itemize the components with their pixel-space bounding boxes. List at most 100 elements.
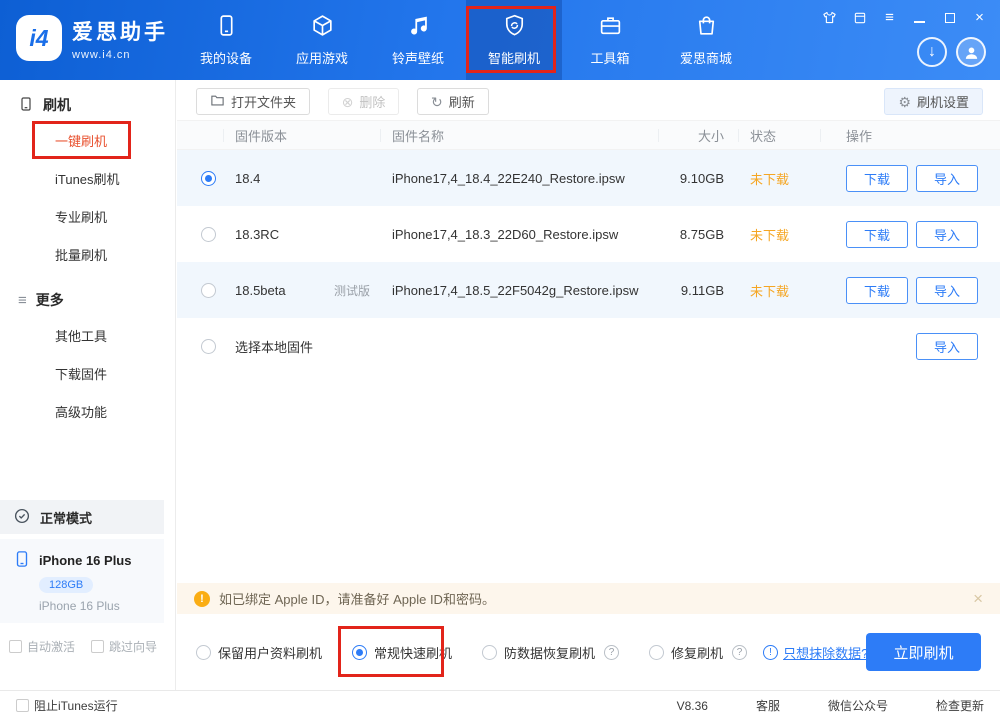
support-link[interactable]: 客服 xyxy=(756,697,780,714)
import-button[interactable]: 导入 xyxy=(916,333,978,360)
sidebar-item-batch-flash[interactable]: 批量刷机 xyxy=(0,237,175,275)
nav-item-apps-games[interactable]: 应用游戏 xyxy=(274,0,370,80)
open-folder-button[interactable]: 打开文件夹 xyxy=(196,88,310,115)
firmware-version: 18.5beta xyxy=(235,283,334,298)
maximize-button[interactable] xyxy=(941,9,958,26)
auto-activate-checkbox[interactable]: 自动激活 xyxy=(9,638,75,655)
help-icon[interactable]: ? xyxy=(604,645,619,660)
sidebar-section-more: ≡ 更多 xyxy=(0,275,175,318)
option-radio[interactable] xyxy=(649,645,664,660)
flash-settings-label: 刷机设置 xyxy=(917,92,969,111)
notice-close-icon[interactable]: × xyxy=(973,590,983,607)
block-itunes-checkbox[interactable]: 阻止iTunes运行 xyxy=(16,697,118,714)
download-button[interactable]: 下载 xyxy=(846,277,908,304)
refresh-button[interactable]: ↻ 刷新 xyxy=(417,88,489,115)
download-button[interactable]: 下载 xyxy=(846,221,908,248)
firmware-size: 9.11GB xyxy=(670,283,750,298)
check-update-link[interactable]: 检查更新 xyxy=(936,697,984,714)
option-keep-user-data[interactable]: 保留用户资料刷机 xyxy=(196,643,322,662)
open-folder-label: 打开文件夹 xyxy=(231,92,296,111)
skip-wizard-checkbox[interactable]: 跳过向导 xyxy=(91,638,157,655)
option-radio[interactable] xyxy=(482,645,497,660)
feedback-window-icon[interactable] xyxy=(851,9,868,26)
option-repair-flash[interactable]: 修复刷机 ? xyxy=(649,643,747,662)
option-anti-data-recovery[interactable]: 防数据恢复刷机 ? xyxy=(482,643,619,662)
device-model: iPhone 16 Plus xyxy=(39,599,164,613)
checkbox-icon xyxy=(9,640,22,653)
apple-id-notice: ! 如已绑定 Apple ID，请准备好 Apple ID和密码。 × xyxy=(177,583,1000,614)
sidebar-item-other-tools[interactable]: 其他工具 xyxy=(0,318,175,356)
games-cube-icon xyxy=(310,13,335,41)
nav-item-ringtones-wallpapers[interactable]: 铃声壁纸 xyxy=(370,0,466,80)
header-quick-actions: ↓ xyxy=(917,37,986,67)
delete-icon: ⊗ xyxy=(342,95,354,109)
nav-item-store[interactable]: 爱思商城 xyxy=(658,0,754,80)
firmware-row[interactable]: 18.5beta 测试版 iPhone17,4_18.5_22F5042g_Re… xyxy=(177,262,1000,318)
import-button[interactable]: 导入 xyxy=(916,221,978,248)
device-capacity-badge: 128GB xyxy=(39,577,93,593)
brand-logo-icon: i4 xyxy=(16,15,62,61)
sidebar: 刷机 一键刷机 iTunes刷机 专业刷机 批量刷机 ≡ 更多 其他工具 下载固… xyxy=(0,80,176,690)
flash-settings-button[interactable]: ⚙ 刷机设置 xyxy=(884,88,983,115)
firmware-table-header: 固件版本 固件名称 大小 状态 操作 xyxy=(177,120,1000,150)
firmware-row[interactable]: 18.3RC iPhone17,4_18.3_22D60_Restore.ips… xyxy=(177,206,1000,262)
sidebar-item-pro-flash[interactable]: 专业刷机 xyxy=(0,199,175,237)
device-card[interactable]: iPhone 16 Plus 128GB iPhone 16 Plus xyxy=(0,539,164,623)
warning-icon: ! xyxy=(194,591,210,607)
firmware-size: 8.75GB xyxy=(670,227,750,242)
firmware-name: iPhone17,4_18.3_22D60_Restore.ipsw xyxy=(392,227,670,242)
mode-status-icon xyxy=(13,507,31,528)
option-label: 防数据恢复刷机 xyxy=(504,643,595,662)
status-bar-right: V8.36 客服 微信公众号 检查更新 xyxy=(677,697,984,714)
option-radio[interactable] xyxy=(196,645,211,660)
device-mode-bar[interactable]: 正常模式 xyxy=(0,500,164,534)
firmware-row[interactable]: 18.4 iPhone17,4_18.4_22E240_Restore.ipsw… xyxy=(177,150,1000,206)
erase-data-link[interactable]: 只想抹除数据? xyxy=(783,643,868,662)
firmware-name: iPhone17,4_18.5_22F5042g_Restore.ipsw xyxy=(392,283,670,298)
sidebar-item-itunes-flash[interactable]: iTunes刷机 xyxy=(0,161,175,199)
delete-button[interactable]: ⊗ 删除 xyxy=(328,88,400,115)
sidebar-section-flash: 刷机 xyxy=(0,80,175,123)
row-radio[interactable] xyxy=(201,339,216,354)
close-button[interactable]: × xyxy=(971,9,988,26)
row-radio[interactable] xyxy=(201,283,216,298)
firmware-name: iPhone17,4_18.4_22E240_Restore.ipsw xyxy=(392,171,670,186)
import-button[interactable]: 导入 xyxy=(916,277,978,304)
option-normal-fast-flash[interactable]: 常规快速刷机 xyxy=(352,643,452,662)
main-nav: 我的设备 应用游戏 铃声壁纸 xyxy=(178,0,754,80)
minimize-button[interactable] xyxy=(911,9,928,26)
col-header-action: 操作 xyxy=(832,126,1000,145)
menu-icon[interactable]: ≡ xyxy=(881,9,898,26)
list-icon: ≡ xyxy=(18,292,27,309)
sidebar-item-download-firmware[interactable]: 下载固件 xyxy=(0,356,175,394)
sidebar-item-one-click-flash[interactable]: 一键刷机 xyxy=(0,123,175,161)
main-content: 打开文件夹 ⊗ 删除 ↻ 刷新 ⚙ 刷机设置 固件版本 固件名称 大小 xyxy=(177,80,1000,690)
wechat-link[interactable]: 微信公众号 xyxy=(828,697,888,714)
user-avatar[interactable] xyxy=(956,37,986,67)
checkbox-label: 自动激活 xyxy=(27,640,75,654)
checkbox-icon xyxy=(16,699,29,712)
nav-item-smart-flash[interactable]: 智能刷机 xyxy=(466,0,562,80)
toolbox-icon xyxy=(598,13,623,41)
download-manager-icon[interactable]: ↓ xyxy=(917,37,947,67)
firmware-row-local[interactable]: 选择本地固件 导入 xyxy=(177,318,1000,374)
row-radio[interactable] xyxy=(201,171,216,186)
option-radio[interactable] xyxy=(352,645,367,660)
notice-text: 如已绑定 Apple ID，请准备好 Apple ID和密码。 xyxy=(219,589,495,608)
download-button[interactable]: 下载 xyxy=(846,165,908,192)
mode-label: 正常模式 xyxy=(40,508,92,527)
section-title: 更多 xyxy=(36,290,64,310)
status-badge: 未下载 xyxy=(750,284,789,299)
help-icon[interactable]: ? xyxy=(732,645,747,660)
row-radio[interactable] xyxy=(201,227,216,242)
import-button[interactable]: 导入 xyxy=(916,165,978,192)
header: i4 爱思助手 www.i4.cn 我的设备 应用游戏 xyxy=(0,0,1000,80)
nav-item-toolbox[interactable]: 工具箱 xyxy=(562,0,658,80)
flash-now-button[interactable]: 立即刷机 xyxy=(866,633,981,671)
sidebar-item-advanced-features[interactable]: 高级功能 xyxy=(0,394,175,432)
nav-item-my-devices[interactable]: 我的设备 xyxy=(178,0,274,80)
theme-skin-icon[interactable] xyxy=(821,9,838,26)
block-itunes-label: 阻止iTunes运行 xyxy=(34,699,118,713)
brand-url: www.i4.cn xyxy=(72,49,168,61)
info-icon: ! xyxy=(763,645,778,660)
